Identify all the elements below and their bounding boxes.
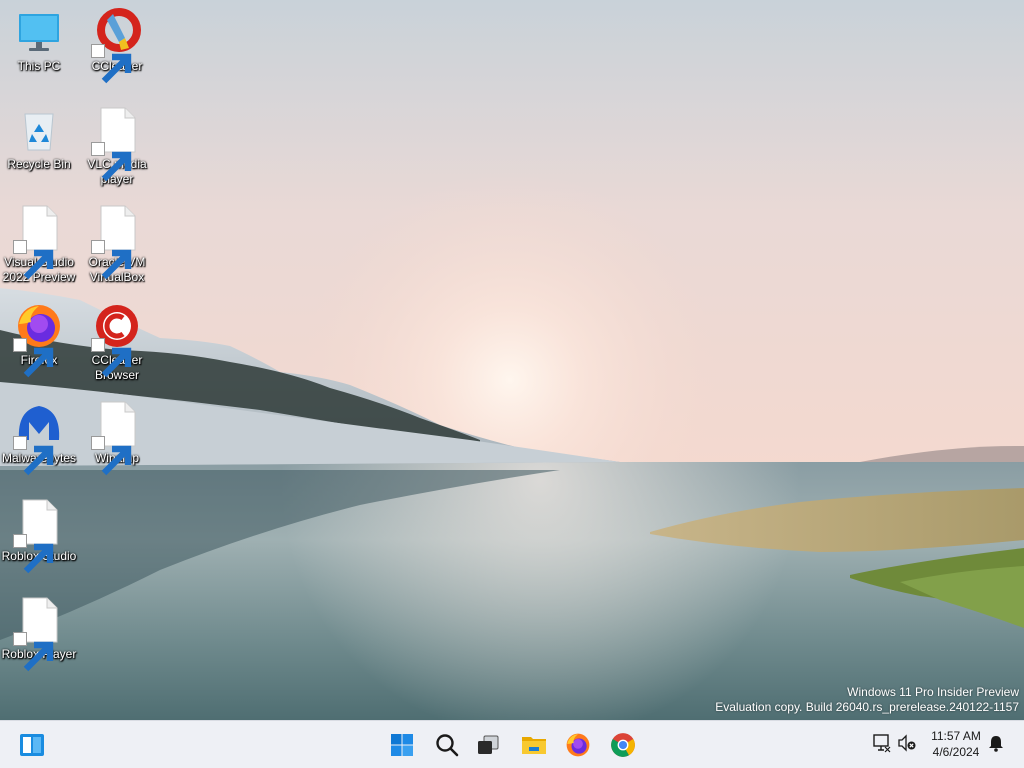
desktop: This PC CCleaner Recycle Bin VLC media p… <box>0 0 1024 720</box>
clock-time: 11:57 AM <box>931 729 981 743</box>
notification-center-button[interactable] <box>984 733 1008 757</box>
shortcut-arrow-icon <box>91 240 132 280</box>
ccleaner-browser-icon <box>91 302 141 378</box>
file-explorer-button[interactable] <box>514 725 554 765</box>
this-pc-icon <box>15 8 63 56</box>
task-view-icon <box>476 733 500 757</box>
blank-file-icon <box>13 204 63 280</box>
shortcut-arrow-icon <box>91 436 132 476</box>
ccleaner-icon <box>91 8 141 84</box>
desktop-icon-label: Recycle Bin <box>7 157 71 171</box>
desktop-icon-ccleaner-browser[interactable]: CCleaner Browser <box>78 294 156 388</box>
shortcut-arrow-icon <box>13 436 54 476</box>
widgets-icon <box>19 733 45 757</box>
desktop-icon-winamp[interactable]: Winamp <box>78 392 156 486</box>
blank-file-icon <box>91 106 141 182</box>
shortcut-arrow-icon <box>13 534 54 574</box>
shortcut-arrow-icon <box>13 240 54 280</box>
volume-status[interactable] <box>895 733 919 757</box>
desktop-icon-this-pc[interactable]: This PC <box>0 0 78 94</box>
shortcut-arrow-icon <box>13 632 54 672</box>
taskbar-clock[interactable]: 11:57 AM 4/6/2024 <box>924 728 988 760</box>
desktop-icon-virtualbox[interactable]: Oracle VM VirtualBox <box>78 196 156 290</box>
chrome-taskbar-button[interactable] <box>603 725 643 765</box>
notification-bell-icon <box>987 734 1005 757</box>
volume-muted-icon <box>897 733 917 758</box>
blank-file-icon <box>13 498 63 574</box>
watermark-build: Evaluation copy. Build 26040.rs_prerelea… <box>715 700 1019 714</box>
search-icon <box>435 733 459 757</box>
desktop-icon-roblox-studio[interactable]: Roblox Studio <box>0 490 78 584</box>
desktop-icon-ccleaner[interactable]: CCleaner <box>78 0 156 94</box>
taskbar: 11:57 AM 4/6/2024 <box>0 720 1024 768</box>
evaluation-watermark: Windows 11 Pro Insider Preview Evaluatio… <box>715 685 1019 715</box>
firefox-icon <box>565 732 591 758</box>
desktop-icon-vlc-media-player[interactable]: VLC media player <box>78 98 156 192</box>
firefox-taskbar-button[interactable] <box>558 725 598 765</box>
desktop-icon-visual-studio[interactable]: Visual Studio 2022 Preview <box>0 196 78 290</box>
blank-file-icon <box>13 596 63 672</box>
network-status[interactable] <box>870 733 894 757</box>
shortcut-arrow-icon <box>91 44 132 84</box>
blank-file-icon <box>91 400 141 476</box>
desktop-icon-label: This PC <box>17 59 61 73</box>
watermark-edition: Windows 11 Pro Insider Preview <box>847 685 1019 699</box>
desktop-icon-recycle-bin[interactable]: Recycle Bin <box>0 98 78 192</box>
start-windows-icon <box>390 733 414 757</box>
desktop-icon-malwarebytes[interactable]: Malwarebytes <box>0 392 78 486</box>
clock-date: 4/6/2024 <box>932 745 980 759</box>
search-button[interactable] <box>427 725 467 765</box>
recycle-bin-icon <box>15 106 63 154</box>
desktop-icon-firefox[interactable]: Firefox <box>0 294 78 388</box>
desktop-icon-roblox-player[interactable]: Roblox Player <box>0 588 78 682</box>
firefox-icon <box>13 302 63 378</box>
file-explorer-icon <box>521 733 547 757</box>
shortcut-arrow-icon <box>91 142 132 182</box>
malwarebytes-icon <box>13 400 63 476</box>
start-button[interactable] <box>382 725 422 765</box>
shortcut-arrow-icon <box>91 338 132 378</box>
network-icon <box>872 733 892 758</box>
blank-file-icon <box>91 204 141 280</box>
shortcut-arrow-icon <box>13 338 54 378</box>
chrome-icon <box>610 732 636 758</box>
task-view-button[interactable] <box>468 725 508 765</box>
widgets-button[interactable] <box>12 725 52 765</box>
